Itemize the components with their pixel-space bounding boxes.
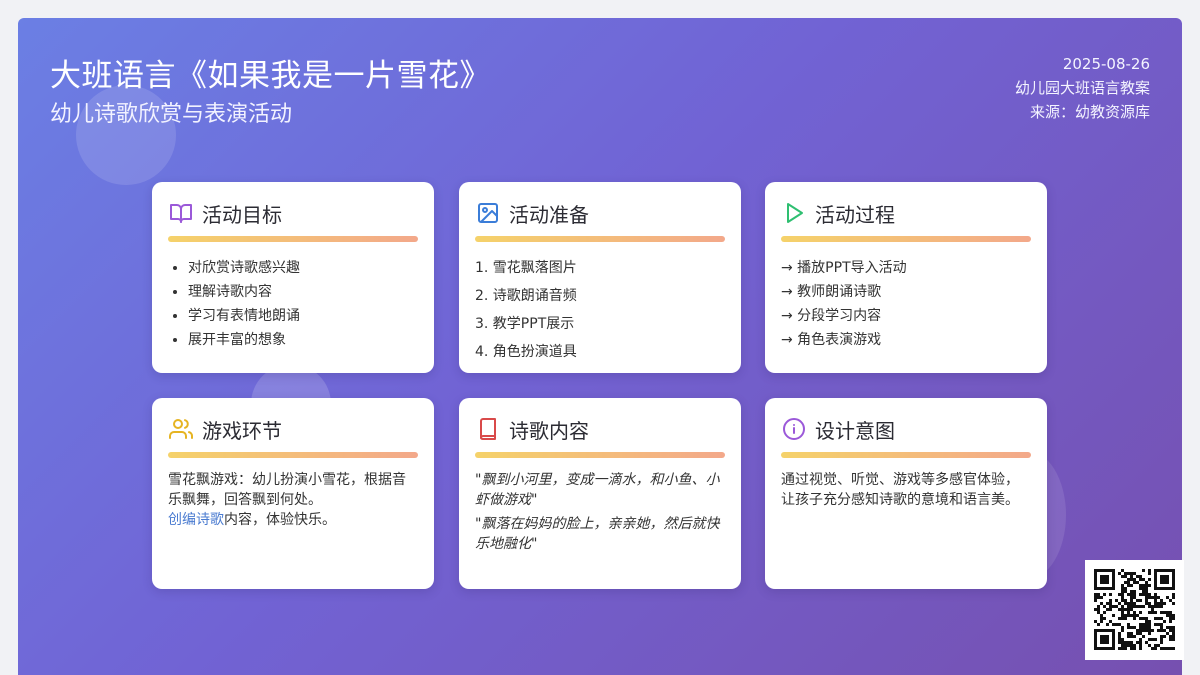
page-subtitle: 幼儿诗歌欣赏与表演活动: [50, 102, 293, 127]
card-divider: [168, 452, 418, 458]
card-title: 活动目标: [202, 202, 282, 227]
card-game-section: 游戏环节 雪花飘游戏：幼儿扮演小雪花，根据音乐飘舞，回答飘到何处。创编诗歌内容，…: [152, 398, 434, 589]
list-item: 3. 教学PPT展示: [475, 316, 575, 332]
card-design-intent: 设计意图 通过视觉、听觉、游戏等多感官体验，让孩子充分感知诗歌的意境和语言美。: [765, 398, 1047, 589]
list-item: 对欣赏诗歌感兴趣: [188, 256, 418, 280]
list-item: 1. 雪花飘落图片: [475, 260, 577, 276]
card-divider: [168, 236, 418, 242]
book-icon: [475, 416, 501, 442]
card-divider: [475, 236, 725, 242]
poem-quote: "飘到小河里，变成一滴水，和小鱼、小虾做游戏": [475, 472, 720, 508]
card-title: 活动过程: [815, 202, 895, 227]
card-title: 活动准备: [509, 202, 589, 227]
users-icon: [168, 416, 194, 442]
design-description: 通过视觉、听觉、游戏等多感官体验，让孩子充分感知诗歌的意境和语言美。: [781, 472, 1019, 508]
process-list: → 播放PPT导入活动 → 教师朗诵诗歌 → 分段学习内容 → 角色表演游戏: [781, 256, 1031, 352]
card-title: 设计意图: [815, 418, 895, 443]
list-item: → 播放PPT导入活动: [781, 260, 907, 276]
card-activity-goals: 活动目标 对欣赏诗歌感兴趣 理解诗歌内容 学习有表情地朗诵 展开丰富的想象: [152, 182, 434, 373]
play-icon: [781, 200, 807, 226]
info-icon: [781, 416, 807, 442]
list-item: 理解诗歌内容: [188, 280, 418, 304]
card-divider: [475, 452, 725, 458]
meta-info: 2025-08-26 幼儿园大班语言教案 来源：幼教资源库: [1015, 52, 1150, 124]
list-item: 学习有表情地朗诵: [188, 304, 418, 328]
card-divider: [781, 236, 1031, 242]
qr-code[interactable]: [1085, 560, 1184, 660]
create-poem-link[interactable]: 创编诗歌: [168, 512, 224, 528]
game-text-tail: 内容，体验快乐。: [224, 512, 336, 528]
card-activity-prep: 活动准备 1. 雪花飘落图片 2. 诗歌朗诵音频 3. 教学PPT展示 4. 角…: [459, 182, 741, 373]
card-divider: [781, 452, 1031, 458]
card-title: 诗歌内容: [509, 418, 589, 443]
date-label: 2025-08-26: [1062, 55, 1150, 73]
game-description: 雪花飘游戏：幼儿扮演小雪花，根据音乐飘舞，回答飘到何处。创编诗歌内容，体验快乐。: [168, 470, 418, 530]
card-activity-process: 活动过程 → 播放PPT导入活动 → 教师朗诵诗歌 → 分段学习内容 → 角色表…: [765, 182, 1047, 373]
list-item: 4. 角色扮演道具: [475, 344, 577, 360]
list-item: 2. 诗歌朗诵音频: [475, 288, 577, 304]
card-poem-content: 诗歌内容 "飘到小河里，变成一滴水，和小鱼、小虾做游戏" "飘落在妈妈的脸上，亲…: [459, 398, 741, 589]
prep-list: 1. 雪花飘落图片 2. 诗歌朗诵音频 3. 教学PPT展示 4. 角色扮演道具: [475, 254, 725, 366]
page-title: 大班语言《如果我是一片雪花》: [50, 58, 491, 94]
list-item: → 教师朗诵诗歌: [781, 284, 882, 300]
category-label: 幼儿园大班语言教案: [1014, 79, 1150, 97]
game-text: 雪花飘游戏：幼儿扮演小雪花，根据音乐飘舞，回答飘到何处。: [168, 472, 406, 508]
list-item: → 分段学习内容: [781, 308, 882, 324]
image-icon: [475, 200, 501, 226]
book-open-icon: [168, 200, 194, 226]
source-label: 来源：幼教资源库: [1029, 103, 1150, 121]
list-item: 展开丰富的想象: [188, 328, 418, 352]
poem-quote: "飘落在妈妈的脸上，亲亲她，然后就快乐地融化": [475, 516, 720, 552]
goals-list: 对欣赏诗歌感兴趣 理解诗歌内容 学习有表情地朗诵 展开丰富的想象: [168, 256, 418, 352]
card-title: 游戏环节: [202, 418, 282, 443]
list-item: → 角色表演游戏: [781, 332, 882, 348]
